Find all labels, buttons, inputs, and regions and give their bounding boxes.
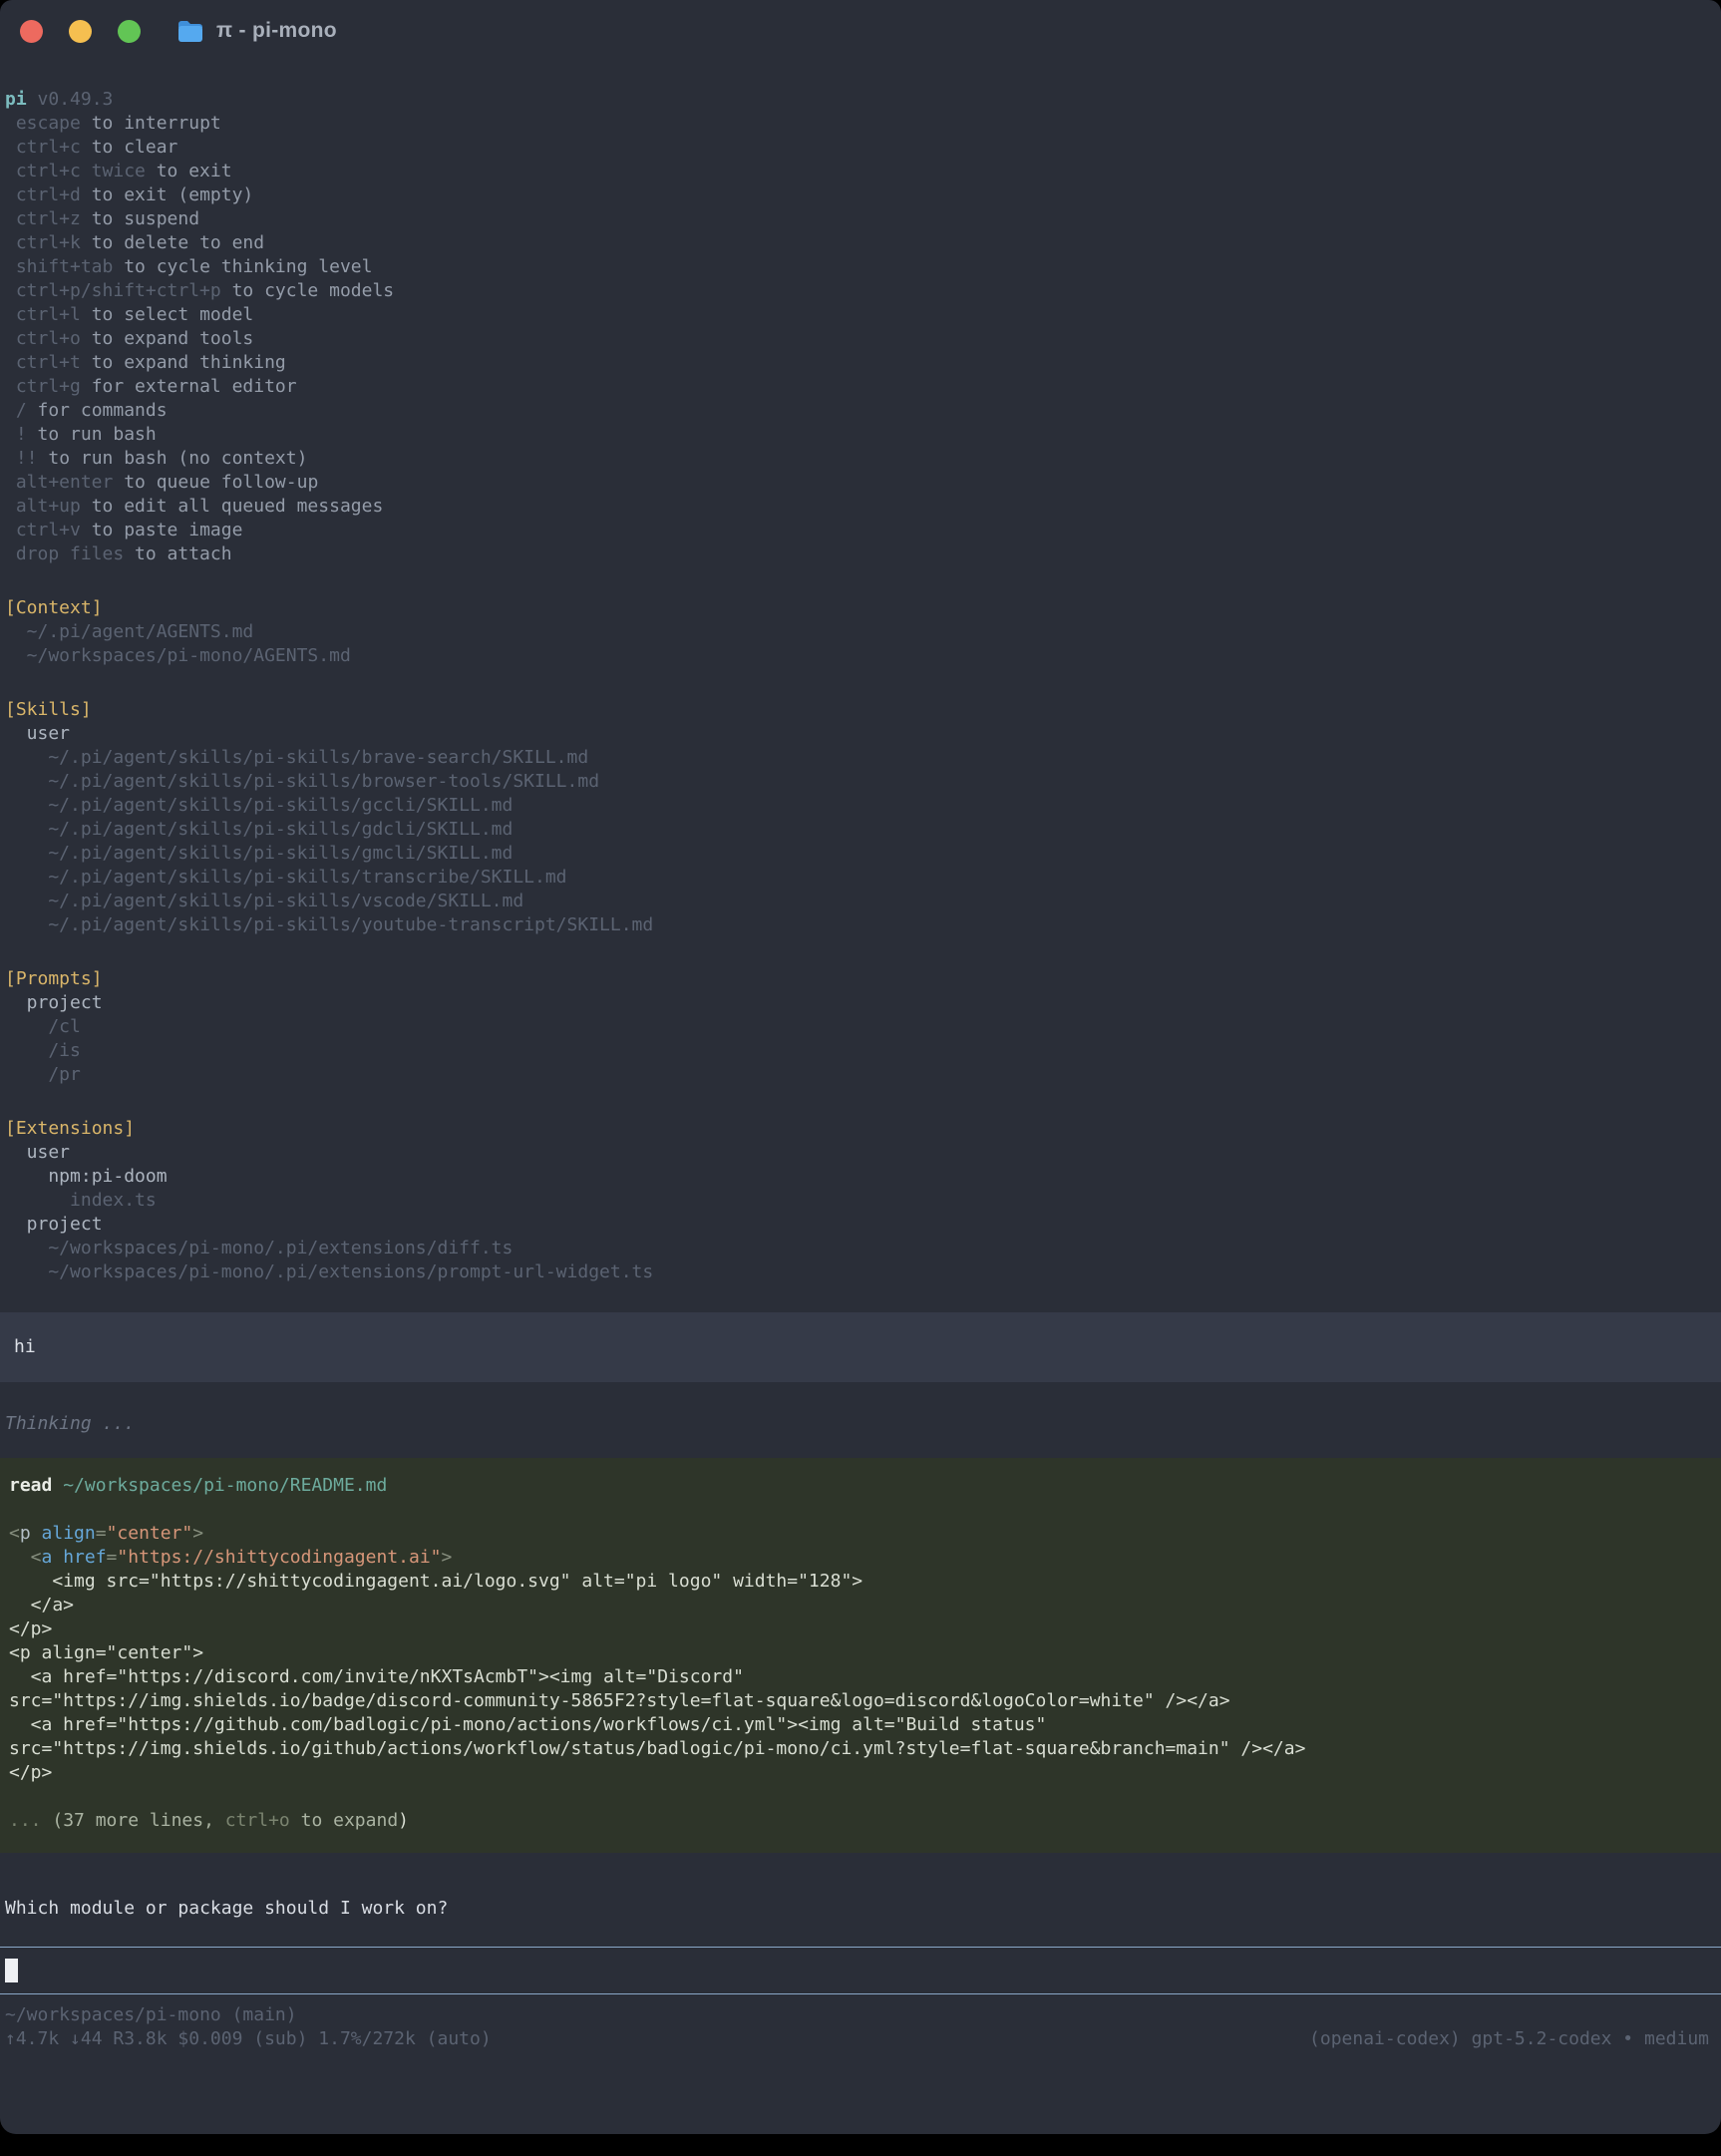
extension-item: index.ts	[5, 1189, 1709, 1213]
window-title: π - pi-mono	[216, 19, 337, 43]
tool-output-line: <a href="https://discord.com/invite/nKXT…	[9, 1665, 1709, 1689]
skill-item: ~/.pi/agent/skills/pi-skills/youtube-tra…	[5, 913, 1709, 937]
section-skills: [Skills] user ~/.pi/agent/skills/pi-skil…	[5, 698, 1709, 937]
section-title-context: [Context]	[5, 596, 1709, 620]
shortcut-line: escape to interrupt	[5, 112, 1709, 136]
skill-item: ~/.pi/agent/skills/pi-skills/transcribe/…	[5, 866, 1709, 890]
shortcut-line: ctrl+c twice to exit	[5, 160, 1709, 183]
desktop-background: π - pi-mono pi v0.49.3 escape to interrup…	[0, 0, 1721, 2156]
tool-output-line: <a href="https://github.com/badlogic/pi-…	[9, 1713, 1709, 1737]
section-title-extensions: [Extensions]	[5, 1117, 1709, 1141]
extension-item: ~/workspaces/pi-mono/.pi/extensions/diff…	[5, 1237, 1709, 1260]
context-item: ~/workspaces/pi-mono/AGENTS.md	[5, 644, 1709, 668]
status-model: (openai-codex) gpt-5.2-codex • medium	[1309, 2027, 1709, 2051]
extension-item: ~/workspaces/pi-mono/.pi/extensions/prom…	[5, 1260, 1709, 1284]
tool-output-line	[9, 1785, 1709, 1809]
status-bar: ~/workspaces/pi-mono (main) ↑4.7k ↓44 R3…	[5, 2003, 1709, 2051]
skill-item: ~/.pi/agent/skills/pi-skills/browser-too…	[5, 770, 1709, 794]
status-cwd: ~/workspaces/pi-mono (main)	[5, 2003, 1709, 2027]
zoom-button[interactable]	[118, 20, 141, 43]
tool-name: read	[9, 1475, 52, 1496]
shortcut-line: ctrl+o to expand tools	[5, 327, 1709, 351]
user-message: hi	[0, 1312, 1721, 1382]
tool-output-line: </p>	[9, 1761, 1709, 1785]
shortcut-line: alt+up to edit all queued messages	[5, 495, 1709, 519]
skill-item: ~/.pi/agent/skills/pi-skills/gccli/SKILL…	[5, 794, 1709, 818]
traffic-lights	[20, 20, 141, 43]
app-version: v0.49.3	[38, 89, 114, 110]
shortcut-line: ctrl+l to select model	[5, 303, 1709, 327]
thinking-indicator: Thinking ...	[5, 1412, 1709, 1436]
assistant-message: Which module or package should I work on…	[5, 1897, 1709, 1921]
prompt-item: /pr	[5, 1063, 1709, 1087]
skill-item: user	[5, 722, 1709, 746]
shortcut-list: escape to interruptctrl+c to clearctrl+c…	[5, 112, 1709, 566]
context-item: ~/.pi/agent/AGENTS.md	[5, 620, 1709, 644]
tool-output-line: <p align="center">	[9, 1641, 1709, 1665]
skill-item: ~/.pi/agent/skills/pi-skills/gdcli/SKILL…	[5, 818, 1709, 842]
shortcut-line: ctrl+g for external editor	[5, 375, 1709, 399]
tool-output-line: <img src="https://shittycodingagent.ai/l…	[9, 1570, 1709, 1594]
tool-call-header: read ~/workspaces/pi-mono/README.md	[9, 1474, 1709, 1498]
extensions-items: user npm:pi-doom index.ts project ~/work…	[5, 1141, 1709, 1284]
terminal-window: π - pi-mono pi v0.49.3 escape to interrup…	[0, 0, 1721, 2134]
close-button[interactable]	[20, 20, 43, 43]
shortcut-line: ctrl+d to exit (empty)	[5, 183, 1709, 207]
titlebar: π - pi-mono	[0, 0, 1721, 62]
section-title-skills: [Skills]	[5, 698, 1709, 722]
terminal-content: pi v0.49.3 escape to interruptctrl+c to c…	[0, 62, 1721, 2051]
prompt-item: project	[5, 991, 1709, 1015]
section-prompts: [Prompts] project /cl /is /pr	[5, 967, 1709, 1087]
shortcut-line: ctrl+t to expand thinking	[5, 351, 1709, 375]
shortcut-line: ! to run bash	[5, 423, 1709, 447]
text-cursor	[5, 1959, 18, 1982]
tool-output-line	[9, 1498, 1709, 1522]
minimize-button[interactable]	[69, 20, 92, 43]
status-token-stats: ↑4.7k ↓44 R3.8k $0.009 (sub) 1.7%/272k (…	[5, 2027, 492, 2051]
extension-item: npm:pi-doom	[5, 1165, 1709, 1189]
tool-output-line: <a href="https://shittycodingagent.ai">	[9, 1546, 1709, 1570]
shortcut-line: drop files to attach	[5, 542, 1709, 566]
context-items: ~/.pi/agent/AGENTS.md ~/workspaces/pi-mo…	[5, 620, 1709, 668]
tool-output-line: </a>	[9, 1594, 1709, 1617]
shortcut-line: ctrl+k to delete to end	[5, 231, 1709, 255]
tool-argument: ~/workspaces/pi-mono/README.md	[63, 1475, 387, 1496]
shortcut-line: shift+tab to cycle thinking level	[5, 255, 1709, 279]
skills-items: user ~/.pi/agent/skills/pi-skills/brave-…	[5, 722, 1709, 937]
section-context: [Context] ~/.pi/agent/AGENTS.md ~/worksp…	[5, 596, 1709, 668]
extension-item: user	[5, 1141, 1709, 1165]
shortcut-line: ctrl+v to paste image	[5, 519, 1709, 542]
extension-item: project	[5, 1213, 1709, 1237]
app-version-line: pi v0.49.3	[5, 88, 1709, 112]
tool-output-line: src="https://img.shields.io/github/actio…	[9, 1737, 1709, 1761]
prompt-item: /cl	[5, 1015, 1709, 1039]
app-name: pi	[5, 89, 27, 110]
user-message-text: hi	[14, 1335, 1721, 1359]
shortcut-line: / for commands	[5, 399, 1709, 423]
prompts-items: project /cl /is /pr	[5, 991, 1709, 1087]
skill-item: ~/.pi/agent/skills/pi-skills/brave-searc…	[5, 746, 1709, 770]
section-title-prompts: [Prompts]	[5, 967, 1709, 991]
tool-call-block: read ~/workspaces/pi-mono/README.md <p al…	[0, 1458, 1721, 1853]
tool-output-line: ... (37 more lines, ctrl+o to expand)	[9, 1809, 1709, 1833]
status-row: ↑4.7k ↓44 R3.8k $0.009 (sub) 1.7%/272k (…	[5, 2027, 1709, 2051]
shortcut-line: ctrl+z to suspend	[5, 207, 1709, 231]
tool-output: <p align="center"> <a href="https://shit…	[9, 1498, 1709, 1833]
shortcut-line: ctrl+p/shift+ctrl+p to cycle models	[5, 279, 1709, 303]
shortcut-line: alt+enter to queue follow-up	[5, 471, 1709, 495]
section-extensions: [Extensions] user npm:pi-doom index.ts p…	[5, 1117, 1709, 1284]
shortcut-line: !! to run bash (no context)	[5, 447, 1709, 471]
tool-output-line: <p align="center">	[9, 1522, 1709, 1546]
folder-icon	[176, 20, 204, 43]
prompt-item: /is	[5, 1039, 1709, 1063]
skill-item: ~/.pi/agent/skills/pi-skills/vscode/SKIL…	[5, 890, 1709, 913]
prompt-input[interactable]	[0, 1947, 1721, 1994]
tool-output-line: </p>	[9, 1617, 1709, 1641]
tool-output-line: src="https://img.shields.io/badge/discor…	[9, 1689, 1709, 1713]
shortcut-line: ctrl+c to clear	[5, 136, 1709, 160]
skill-item: ~/.pi/agent/skills/pi-skills/gmcli/SKILL…	[5, 842, 1709, 866]
